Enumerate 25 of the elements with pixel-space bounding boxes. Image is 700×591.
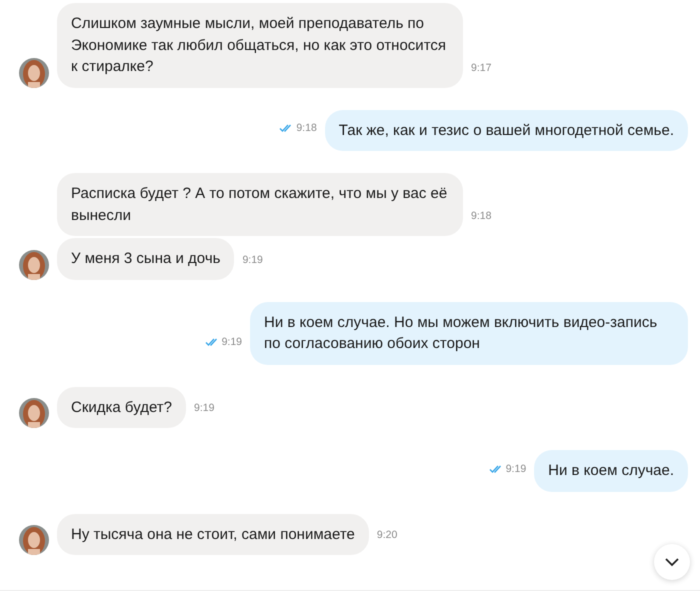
message-time: 9:19 bbox=[222, 336, 242, 348]
message-bubble: Скидка будет? bbox=[57, 386, 186, 428]
message-bubble: Расписка будет ? А то потом скажите, что мы у вас её вынесли bbox=[57, 173, 463, 236]
message-bubble: Так же, как и тезис о вашей многодетной семье. bbox=[324, 110, 688, 151]
message-time: 9:18 bbox=[296, 122, 317, 134]
avatar bbox=[19, 398, 49, 428]
chevron-down-icon bbox=[664, 557, 680, 567]
scroll-down-button[interactable] bbox=[654, 544, 690, 580]
message-bubble: Слишком заумные мысли, моей преподаватель по Экономике так любил общаться, но как это относится к стиралке? bbox=[57, 3, 463, 88]
message-time: 9:17 bbox=[471, 62, 492, 74]
double-check-icon bbox=[279, 124, 292, 132]
message-time: 9:19 bbox=[242, 254, 263, 266]
message-time: 9:19 bbox=[194, 402, 214, 414]
double-check-icon bbox=[488, 464, 502, 472]
message-bubble: Ни в коем случае. Но мы можем включить видео-запись по согласованию обоих сторон bbox=[250, 302, 688, 364]
message-bubble: Ну тысяча она не стоит, сами понимаете bbox=[57, 514, 369, 555]
message-time: 9:19 bbox=[506, 462, 526, 474]
avatar bbox=[19, 58, 49, 88]
message-bubble: Ни в коем случае. bbox=[534, 450, 688, 492]
message-time: 9:18 bbox=[471, 210, 492, 222]
message-time: 9:20 bbox=[376, 529, 398, 541]
avatar bbox=[19, 525, 49, 555]
double-check-icon bbox=[204, 338, 218, 346]
message-bubble: У меня 3 сына и дочь bbox=[57, 238, 234, 280]
avatar bbox=[19, 250, 49, 280]
